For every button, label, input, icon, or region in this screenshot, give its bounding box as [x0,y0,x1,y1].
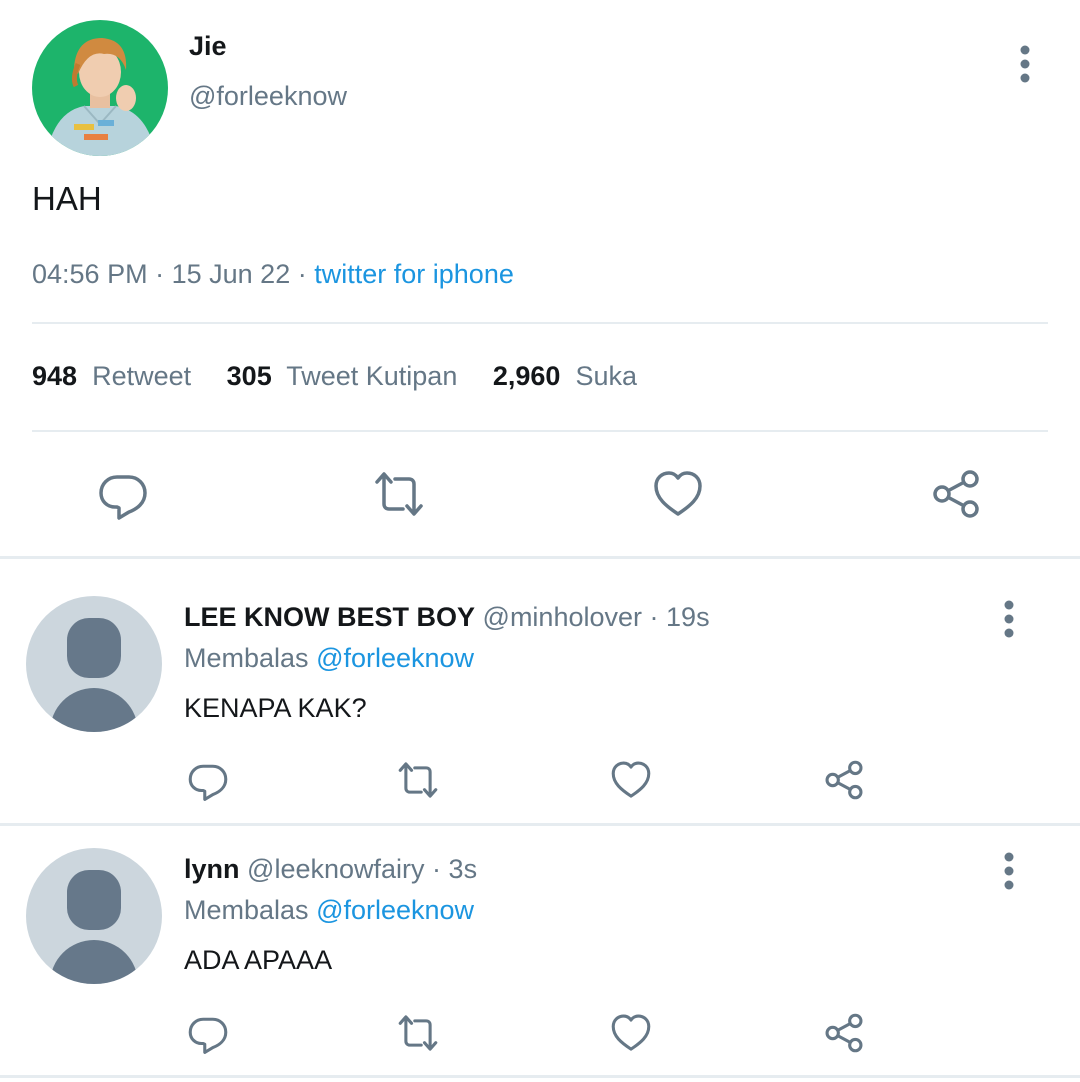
section-separator [0,1075,1080,1078]
reply-author-handle[interactable]: @minholover [483,602,642,632]
tweet-source-link[interactable]: twitter for iphone [314,259,514,289]
reply-author-name[interactable]: LEE KNOW BEST BOY [184,602,475,632]
like-icon[interactable] [652,468,704,520]
likes-count: 2,960 [492,361,561,391]
reply-avatar-placeholder[interactable] [26,848,162,984]
reply-time: 3s [448,854,478,884]
replying-prefix: Membalas [184,643,309,673]
more-options-icon[interactable] [997,851,1021,891]
quotes-stat[interactable]: 305 Tweet Kutipan [227,361,465,391]
author-name[interactable]: Jie [189,31,227,62]
more-options-icon[interactable] [1013,44,1037,84]
retweets-stat[interactable]: 948 Retweet [32,361,199,391]
tweet-stats: 948 Retweet 305 Tweet Kutipan 2,960 Suka [32,361,665,392]
share-icon[interactable] [930,468,982,520]
divider [32,322,1048,324]
tweet-meta: 04:56 PM · 15 Jun 22 · twitter for iphon… [32,259,514,290]
reply-author-handle[interactable]: @leeknowfairy [247,854,424,884]
meta-separator: · [432,854,442,884]
retweet-icon[interactable] [397,1012,439,1054]
reply-icon[interactable] [187,1012,229,1054]
reply-avatar-placeholder[interactable] [26,596,162,732]
reply-author-name[interactable]: lynn [184,854,240,884]
author-handle[interactable]: @forleeknow [189,81,347,112]
replying-to-handle-link[interactable]: @forleeknow [316,895,474,925]
retweets-label: Retweet [92,361,192,391]
meta-separator: · [297,259,307,289]
more-options-icon[interactable] [997,599,1021,639]
replying-to: Membalas @forleeknow [184,895,474,926]
like-icon[interactable] [610,759,652,801]
reply-icon[interactable] [187,759,229,801]
retweet-icon[interactable] [373,468,425,520]
author-avatar[interactable] [32,20,168,156]
retweets-count: 948 [32,361,78,391]
reply-icon[interactable] [97,468,149,520]
like-icon[interactable] [610,1012,652,1054]
likes-stat[interactable]: 2,960 Suka [493,361,637,391]
share-icon[interactable] [823,1012,865,1054]
likes-label: Suka [575,361,638,391]
tweet-date: 15 Jun 22 [171,259,291,289]
meta-separator: · [155,259,165,289]
tweet-text: HAH [32,180,102,217]
quotes-label: Tweet Kutipan [286,361,458,391]
tweet-time: 04:56 PM [32,259,148,289]
replying-to: Membalas @forleeknow [184,643,474,674]
replying-to-handle-link[interactable]: @forleeknow [316,643,474,673]
reply-header: LEE KNOW BEST BOY @minholover · 19s [184,602,710,633]
share-icon[interactable] [823,759,865,801]
reply-time: 19s [666,602,710,632]
meta-separator: · [649,602,659,632]
section-separator [0,823,1080,826]
reply-text: ADA APAAA [184,945,333,975]
quotes-count: 305 [226,361,272,391]
reply-header: lynn @leeknowfairy · 3s [184,854,477,885]
replying-prefix: Membalas [184,895,309,925]
reply-text: KENAPA KAK? [184,693,367,723]
section-separator [0,556,1080,559]
divider [32,430,1048,432]
retweet-icon[interactable] [397,759,439,801]
